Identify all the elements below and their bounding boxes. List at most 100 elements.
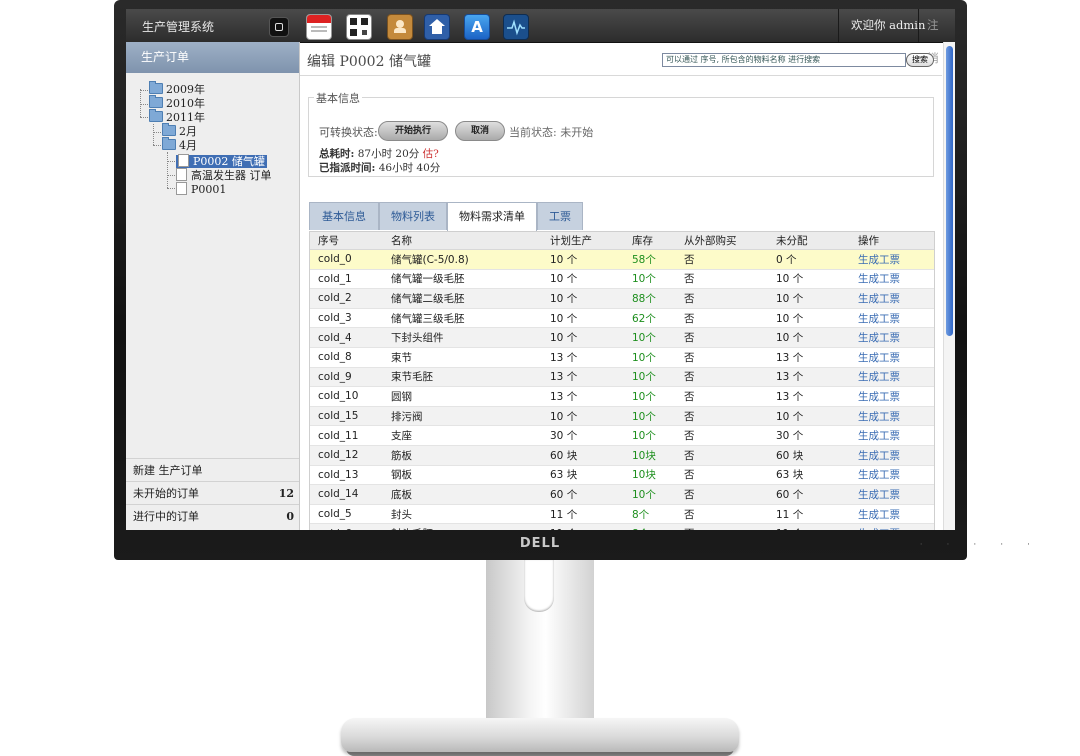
in-progress-count: 0: [286, 510, 294, 523]
qr-code-icon[interactable]: [346, 14, 372, 40]
tree-item-p0001[interactable]: P0001: [176, 182, 226, 196]
cell-unallocated: 13 个: [768, 386, 850, 407]
tab-work-tickets[interactable]: 工票: [537, 202, 583, 230]
in-progress-orders-link[interactable]: 进行中的订单 0: [126, 504, 299, 527]
generate-ticket-link[interactable]: 生成工票: [850, 425, 934, 446]
cell-unallocated: 10 个: [768, 405, 850, 426]
generate-ticket-link[interactable]: 生成工票: [850, 366, 934, 387]
generate-ticket-link[interactable]: 生成工票: [850, 464, 934, 485]
cell-external: 否: [676, 366, 768, 387]
estimate-link[interactable]: 估?: [423, 148, 439, 160]
cell-external: 否: [676, 346, 768, 368]
table-row[interactable]: cold_13 钢板 63 块 10块否 63 块生成工票: [310, 464, 934, 485]
table-row[interactable]: cold_8 束节 13 个 10个否 13 个生成工票: [310, 346, 934, 368]
table-row[interactable]: cold_4 下封头组件 10 个 10个否 10 个生成工票: [310, 327, 934, 348]
table-row[interactable]: cold_0 储气罐(C-5/0.8) 10 个 58个否 0 个生成工票: [310, 249, 934, 270]
table-row[interactable]: cold_10 圆钢 13 个 10个否 13 个生成工票: [310, 386, 934, 407]
col-header-unallocated[interactable]: 未分配: [768, 232, 850, 250]
folder-icon: [162, 123, 176, 136]
cell-stock: 8个: [624, 503, 676, 524]
activity-monitor-icon[interactable]: [503, 14, 529, 40]
home-icon[interactable]: [424, 14, 450, 40]
cell-planned: 60 个: [542, 484, 624, 505]
cancel-button[interactable]: 取消: [455, 121, 505, 141]
stand-cable-hole: [524, 560, 554, 612]
not-started-orders-link[interactable]: 未开始的订单 12: [126, 481, 299, 504]
tree-item-p0002[interactable]: P0002 储气罐: [176, 154, 267, 168]
folder-icon: [149, 109, 163, 122]
generate-ticket-link[interactable]: 生成工票: [850, 523, 934, 530]
generate-ticket-link[interactable]: 生成工票: [850, 327, 934, 348]
table-row[interactable]: cold_6封头毛胚11 个8个否11 个生成工票: [310, 523, 934, 530]
generate-ticket-link[interactable]: 生成工票: [850, 444, 934, 466]
cell-name: 储气罐二级毛胚: [383, 288, 542, 309]
tree-folder-2011[interactable]: 2011年: [149, 109, 205, 125]
cell-index: cold_15: [310, 405, 383, 426]
cell-index: cold_0: [310, 249, 383, 270]
generate-ticket-link[interactable]: 生成工票: [850, 288, 934, 309]
cell-index: cold_4: [310, 327, 383, 348]
cell-external: 否: [676, 523, 768, 530]
record-icon[interactable]: [269, 17, 289, 37]
sidebar-header[interactable]: 生产订单: [126, 42, 299, 73]
tab-material-requirements[interactable]: 物料需求清单: [447, 202, 537, 232]
tab-material-list[interactable]: 物料列表: [379, 202, 447, 230]
cell-unallocated: 13 个: [768, 366, 850, 387]
generate-ticket-link[interactable]: 生成工票: [850, 503, 934, 524]
table-row[interactable]: cold_15 排污阀 10 个 10个否 10 个生成工票: [310, 405, 934, 426]
table-row[interactable]: cold_3 储气罐三级毛胚 10 个 62个否 10 个生成工票: [310, 307, 934, 328]
cell-planned: 13 个: [542, 386, 624, 407]
table-row[interactable]: cold_14 底板 60 个 10个否 60 个生成工票: [310, 484, 934, 505]
col-header-external[interactable]: 从外部购买: [676, 232, 768, 250]
transition-state-label: 可转换状态:: [319, 126, 378, 139]
cell-index: cold_1: [310, 268, 383, 289]
search-input[interactable]: 可以通过 序号, 所包含的物料名称 进行搜索: [662, 53, 906, 67]
cell-index: cold_13: [310, 464, 383, 485]
table-row[interactable]: cold_12 筋板 60 块 10块否 60 块生成工票: [310, 444, 934, 466]
table-row[interactable]: cold_11 支座 30 个 10个否 30 个生成工票: [310, 425, 934, 446]
new-order-link[interactable]: 新建 生产订单: [126, 458, 299, 481]
col-header-index[interactable]: 序号: [310, 232, 383, 250]
generate-ticket-link[interactable]: 生成工票: [850, 307, 934, 328]
table-row[interactable]: cold_2 储气罐二级毛胚 10 个 88个否 10 个生成工票: [310, 288, 934, 309]
col-header-name[interactable]: 名称: [383, 232, 542, 250]
start-execution-button[interactable]: 开始执行: [378, 121, 448, 141]
calendar-icon[interactable]: [306, 14, 332, 40]
generate-ticket-link[interactable]: 生成工票: [850, 386, 934, 407]
cell-name: 筋板: [383, 444, 542, 466]
generate-ticket-link[interactable]: 生成工票: [850, 346, 934, 368]
dell-logo: DELL: [519, 536, 561, 551]
cell-name: 储气罐三级毛胚: [383, 307, 542, 328]
generate-ticket-link[interactable]: 生成工票: [850, 268, 934, 289]
basic-info-legend: 基本信息: [314, 90, 362, 106]
cell-name: 束节毛胚: [383, 366, 542, 387]
vertical-scrollbar[interactable]: [943, 42, 955, 530]
cell-stock: 62个: [624, 307, 676, 328]
generate-ticket-link[interactable]: 生成工票: [850, 484, 934, 505]
contacts-icon[interactable]: [387, 14, 413, 40]
tree-folder-2010[interactable]: 2010年: [149, 95, 205, 111]
generate-ticket-link[interactable]: 生成工票: [850, 405, 934, 426]
col-header-planned[interactable]: 计划生产: [542, 232, 624, 250]
cell-index: cold_12: [310, 444, 383, 466]
cell-stock: 8个: [624, 523, 676, 530]
tree-folder-2009[interactable]: 2009年: [149, 81, 205, 97]
tree-folder-apr[interactable]: 4月: [162, 137, 197, 153]
cell-name: 封头: [383, 503, 542, 524]
col-header-actions: 操作: [850, 232, 934, 250]
cell-unallocated: 60 个: [768, 484, 850, 505]
logout-link[interactable]: 注销: [918, 9, 955, 65]
tab-basic-info[interactable]: 基本信息: [309, 202, 379, 230]
cell-external: 否: [676, 268, 768, 289]
table-row[interactable]: cold_9 束节毛胚 13 个 10个否 13 个生成工票: [310, 366, 934, 387]
tree-item-generator-order[interactable]: 高温发生器 订单: [176, 168, 272, 182]
app-store-icon[interactable]: A: [464, 14, 490, 40]
table-row[interactable]: cold_5 封头 11 个 8个否 11 个生成工票: [310, 503, 934, 524]
search-button[interactable]: 搜索: [906, 53, 934, 67]
table-row[interactable]: cold_1 储气罐一级毛胚 10 个 10个否 10 个生成工票: [310, 268, 934, 289]
generate-ticket-link[interactable]: 生成工票: [850, 249, 934, 270]
col-header-stock[interactable]: 库存: [624, 232, 676, 250]
scrollbar-thumb[interactable]: [946, 46, 953, 336]
cell-stock: 88个: [624, 288, 676, 309]
monitor-buttons: ·····: [919, 540, 1054, 550]
